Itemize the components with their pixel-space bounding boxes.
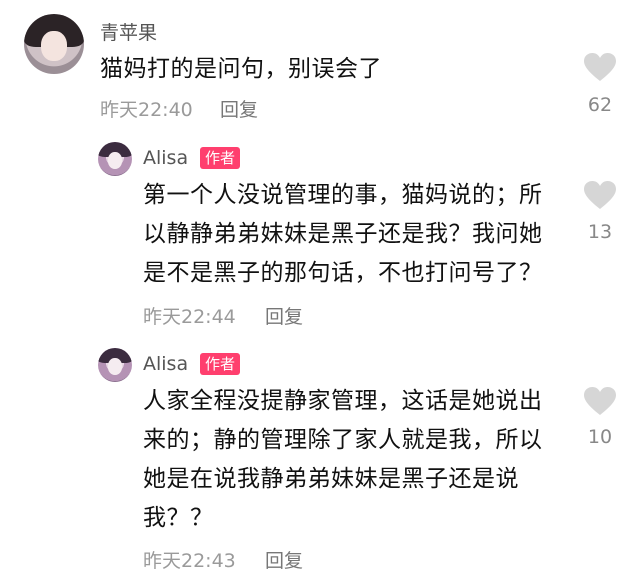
reply-text-line: 来的；静的管理除了家人就是我，所以 [143, 427, 543, 453]
avatar[interactable] [98, 142, 132, 176]
reply-text-line: 人家全程没提静家管理，这话是她说出 [143, 388, 543, 414]
reply-time: 昨天22:44 [143, 306, 236, 328]
avatar[interactable] [24, 14, 84, 74]
reply-item: Alisa 作者 人家全程没提静家管理，这话是她说出 来的；静的管理除了家人就是… [0, 342, 640, 577]
reply-button[interactable]: 回复 [265, 546, 303, 573]
reply-text-line: 以静静弟弟妹妹是黑子还是我？我问她 [143, 221, 543, 247]
reply-text-line: 她是在说我静弟弟妹妹是黑子还是说 [143, 466, 519, 492]
reply-text: 第一个人没说管理的事，猫妈说的；所 以静静弟弟妹妹是黑子还是我？我问她 是不是黑… [143, 176, 543, 293]
reply-text-line: 我？？ [143, 505, 214, 531]
author-badge: 作者 [200, 353, 241, 375]
like-count: 62 [587, 94, 613, 116]
author-badge: 作者 [200, 147, 241, 169]
reply-text-line: 第一个人没说管理的事，猫妈说的；所 [143, 182, 543, 208]
like-button[interactable] [580, 386, 620, 416]
avatar[interactable] [98, 348, 132, 382]
comment-time: 昨天22:40 [100, 99, 193, 121]
reply-text: 人家全程没提静家管理，这话是她说出 来的；静的管理除了家人就是我，所以 她是在说… [143, 382, 543, 538]
reply-button[interactable]: 回复 [220, 95, 258, 122]
like-count: 13 [587, 221, 613, 243]
like-button[interactable] [580, 52, 620, 82]
reply-button[interactable]: 回复 [265, 302, 303, 329]
like-count: 10 [587, 426, 613, 448]
heart-icon [584, 181, 616, 209]
reply-username[interactable]: Alisa [143, 353, 188, 375]
comment-username[interactable]: 青苹果 [100, 18, 157, 45]
reply-username[interactable]: Alisa [143, 147, 188, 169]
reply-text-line: 是不是黑子的那句话，不也打问号了？ [143, 260, 543, 286]
heart-icon [584, 53, 616, 81]
like-button[interactable] [580, 180, 620, 210]
reply-time: 昨天22:43 [143, 550, 236, 572]
reply-item: Alisa 作者 第一个人没说管理的事，猫妈说的；所 以静静弟弟妹妹是黑子还是我… [0, 130, 640, 340]
comment-text: 猫妈打的是问句，别误会了 [100, 56, 382, 82]
heart-icon [584, 387, 616, 415]
comment-item: 青苹果 猫妈打的是问句，别误会了 昨天22:40 回复 62 [0, 0, 640, 130]
